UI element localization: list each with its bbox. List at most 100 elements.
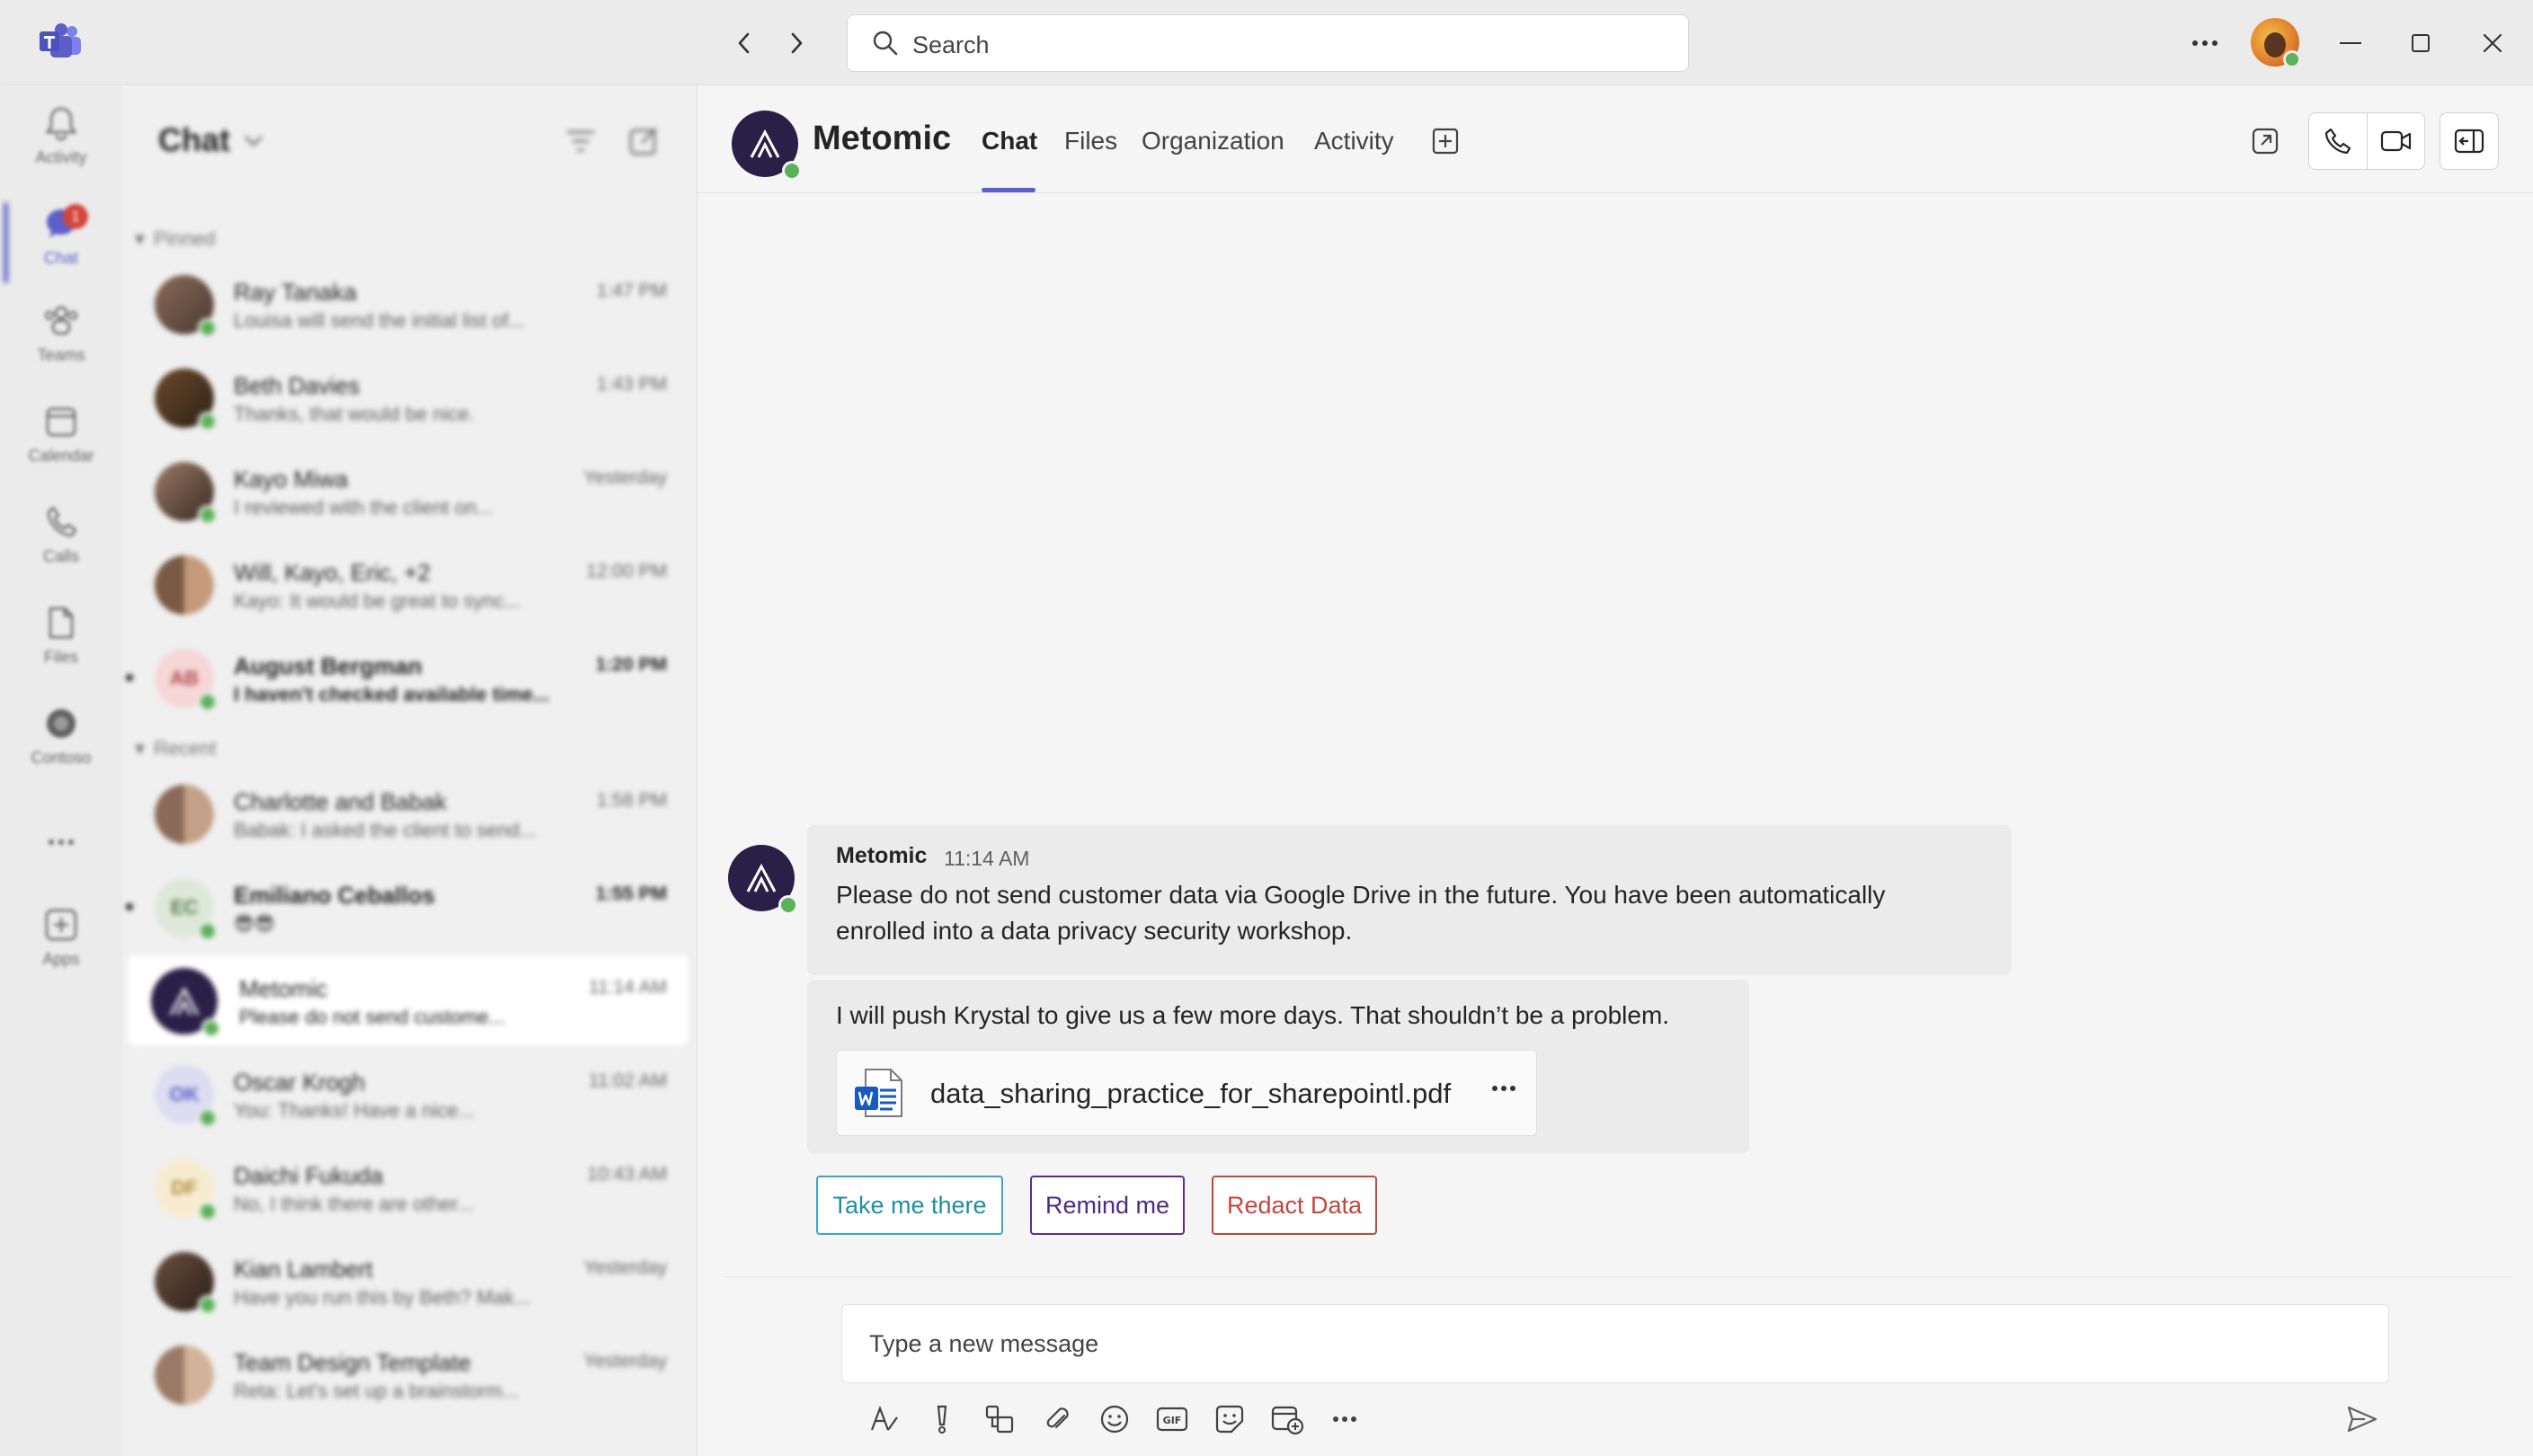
group-avatar (155, 785, 214, 844)
tab-files[interactable]: Files (1064, 127, 1117, 155)
video-call-icon[interactable] (2367, 113, 2424, 169)
active-tab-indicator (982, 188, 1035, 192)
avatar: EC (155, 878, 218, 941)
rail-item-teams[interactable]: Teams (0, 301, 122, 391)
more-options-icon[interactable] (1325, 1399, 1364, 1439)
chat-header: Metomic Chat Files Organization Activity (698, 85, 2533, 193)
close-icon[interactable] (2472, 22, 2513, 64)
unread-badge: 1 (63, 204, 88, 229)
rail-item-apps[interactable]: Apps (0, 905, 122, 995)
message-text-line: Please do not send customer data via Goo… (836, 881, 1886, 909)
maximize-icon[interactable] (2400, 22, 2441, 64)
unread-dot (126, 674, 133, 681)
message-text-line: enrolled into a data privacy security wo… (836, 917, 1353, 945)
metomic-avatar[interactable] (732, 111, 802, 181)
divider (724, 1276, 2513, 1277)
call-buttons (2308, 112, 2425, 170)
message-bubble[interactable]: I will push Krystal to give us a few mor… (807, 980, 1749, 1154)
chat-list-item[interactable]: Will, Kayo, Eric, +2 12:00 PM Kayo: It w… (128, 539, 689, 629)
teams-logo-icon[interactable] (38, 23, 83, 59)
side-panel-icon[interactable] (2440, 112, 2499, 170)
teams-icon (41, 301, 81, 341)
metomic-avatar[interactable] (728, 845, 798, 915)
file-name: data_sharing_practice_for_sharepointl.pd… (930, 1078, 1452, 1109)
avatar (155, 275, 218, 338)
more-options-icon[interactable] (2184, 22, 2226, 64)
audio-call-icon[interactable] (2309, 113, 2367, 169)
new-chat-icon[interactable] (626, 123, 662, 159)
chat-list-item[interactable]: Kian Lambert Yesterday Have you run this… (128, 1236, 689, 1326)
phone-icon (41, 502, 81, 542)
back-arrow-icon[interactable] (726, 25, 762, 61)
filter-icon[interactable] (563, 123, 599, 159)
chat-list-item[interactable]: Ray Tanaka 1:47 PM Louisa will send the … (128, 259, 689, 349)
chat-list-item[interactable]: Team Design Template Yesterday Reta: Let… (128, 1329, 689, 1419)
message-bubble[interactable]: Metomic 11:14 AM Please do not send cust… (807, 825, 2012, 975)
chat-title: Metomic (813, 120, 952, 157)
rail-item-chat[interactable]: 1 Chat (0, 204, 122, 294)
chat-list-item[interactable]: Kayo Miwa Yesterday I reviewed with the … (128, 446, 689, 536)
forward-arrow-icon[interactable] (778, 25, 814, 61)
file-attachment[interactable]: data_sharing_practice_for_sharepointl.pd… (836, 1050, 1537, 1136)
presence-available-icon (782, 161, 802, 181)
word-document-icon (853, 1067, 905, 1119)
caret-down-icon: ▾ (135, 227, 146, 250)
rail-item-calls[interactable]: Calls (0, 502, 122, 592)
rail-item-calendar[interactable]: Calendar (0, 402, 122, 492)
profile-avatar[interactable] (2251, 18, 2301, 68)
add-tab-icon[interactable] (1427, 123, 1463, 159)
message-timestamp: 11:14 AM (944, 847, 1030, 870)
chat-list-item[interactable]: AB August Bergman 1:20 PM I haven't chec… (126, 633, 689, 723)
chat-list-item-selected[interactable]: Metomic 11:14 AM Please do not send cust… (128, 955, 689, 1045)
title-bar: Search (0, 0, 2533, 85)
important-icon[interactable] (922, 1399, 962, 1439)
rail-item-contoso[interactable]: Contoso (0, 704, 122, 794)
chat-main-pane: Metomic Chat Files Organization Activity (698, 85, 2533, 1456)
chat-list-item[interactable]: DF Daichi Fukuda 10:43 AM No, I think th… (128, 1142, 689, 1232)
emoji-icon[interactable] (1095, 1399, 1134, 1439)
rail-label: Activity (35, 148, 87, 166)
rail-label: Apps (42, 950, 80, 968)
remind-me-button[interactable]: Remind me (1030, 1176, 1185, 1235)
chat-list-item[interactable]: Charlotte and Babak 1:58 PM Babak: I ask… (128, 768, 689, 858)
loop-component-icon[interactable] (980, 1399, 1019, 1439)
rail-label: Contoso (31, 749, 92, 767)
avatar (155, 368, 218, 431)
metomic-avatar (151, 968, 221, 1038)
redact-data-button[interactable]: Redact Data (1212, 1176, 1377, 1235)
attach-icon[interactable] (1037, 1399, 1077, 1439)
chat-list-item[interactable]: OK Oscar Krogh 11:02 AM You: Thanks! Hav… (128, 1049, 689, 1139)
tab-activity[interactable]: Activity (1314, 127, 1394, 155)
chat-list-item[interactable]: EC Emiliano Ceballos 1:55 PM 😎😎 (126, 862, 689, 952)
chevron-down-icon (243, 133, 264, 147)
tab-chat[interactable]: Chat (982, 127, 1037, 155)
rail-item-more[interactable] (0, 822, 122, 912)
message-text: I will push Krystal to give us a few mor… (836, 1001, 1670, 1029)
search-input[interactable]: Search (847, 14, 1689, 72)
pop-out-icon[interactable] (2245, 121, 2285, 161)
file-icon (41, 603, 81, 643)
calendar-icon (41, 402, 81, 441)
rail-label: Teams (37, 346, 85, 364)
gif-icon[interactable]: GIF (1152, 1399, 1192, 1439)
more-options-icon[interactable] (1484, 1069, 1524, 1108)
send-icon[interactable] (2342, 1399, 2382, 1439)
avatar (155, 462, 218, 525)
bell-icon (41, 103, 81, 143)
recent-section-label[interactable]: ▾ Recent (135, 737, 217, 760)
rail-label: Files (43, 648, 78, 666)
pinned-section-label[interactable]: ▾ Pinned (135, 227, 216, 251)
chat-list-title[interactable]: Chat (158, 121, 264, 159)
rail-item-files[interactable]: Files (0, 603, 122, 693)
rail-item-activity[interactable]: Activity (0, 103, 122, 193)
take-me-there-button[interactable]: Take me there (816, 1176, 1003, 1235)
presence-available-icon (2283, 50, 2301, 68)
sticker-icon[interactable] (1210, 1399, 1249, 1439)
message-compose-box[interactable]: Type a new message (841, 1304, 2389, 1383)
schedule-meeting-icon[interactable] (1267, 1399, 1307, 1439)
rail-label: Calls (42, 547, 79, 565)
format-icon[interactable] (865, 1399, 904, 1439)
tab-organization[interactable]: Organization (1142, 127, 1284, 155)
chat-list-item[interactable]: Beth Davies 1:43 PM Thanks, that would b… (128, 352, 689, 442)
minimize-icon[interactable] (2330, 22, 2371, 64)
